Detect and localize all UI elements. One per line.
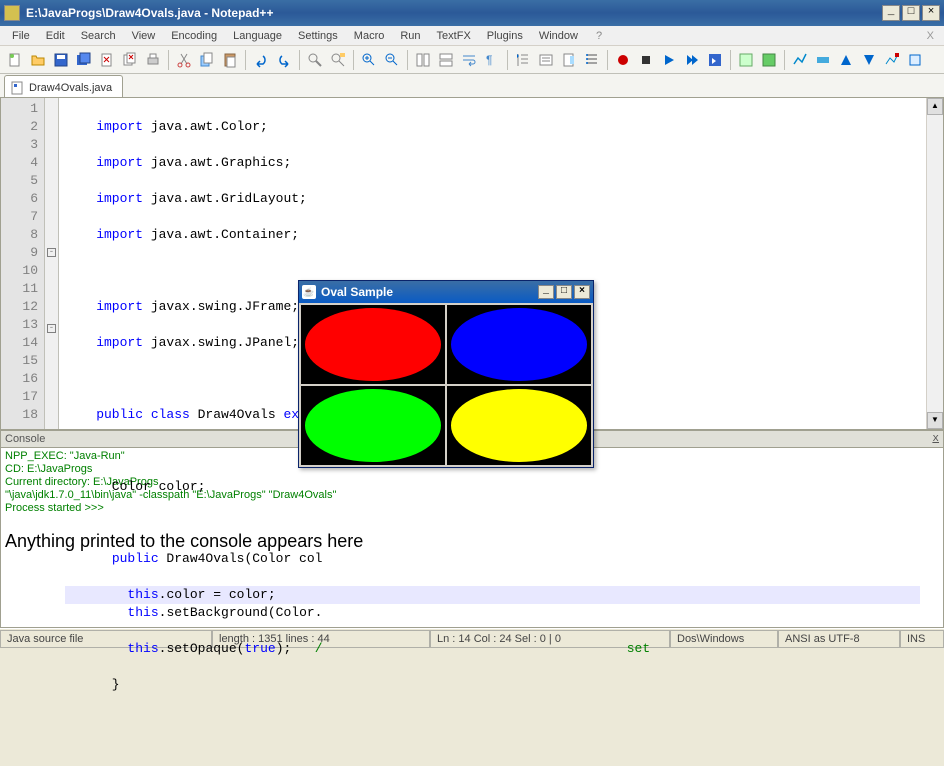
save-icon[interactable] [50, 49, 72, 71]
line-number-gutter: 123456789101112131415161718 [1, 98, 45, 429]
maximize-button[interactable]: □ [902, 5, 920, 21]
red-oval [305, 308, 440, 381]
copy-icon[interactable] [196, 49, 218, 71]
save-all-icon[interactable] [73, 49, 95, 71]
save-macro-icon[interactable] [704, 49, 726, 71]
oval-minimize-button[interactable]: _ [538, 285, 554, 299]
console-close-icon[interactable]: x [932, 433, 939, 445]
menu-edit[interactable]: Edit [38, 28, 73, 44]
zoom-in-icon[interactable] [358, 49, 380, 71]
userlang-icon[interactable] [535, 49, 557, 71]
find-icon[interactable] [304, 49, 326, 71]
tb-extra-6-icon[interactable] [858, 49, 880, 71]
paste-icon[interactable] [219, 49, 241, 71]
zoom-out-icon[interactable] [381, 49, 403, 71]
console-title: Console [5, 433, 45, 445]
menu-encoding[interactable]: Encoding [163, 28, 225, 44]
fold-gutter: - - [45, 98, 59, 429]
close-all-icon[interactable] [119, 49, 141, 71]
svg-text:¶: ¶ [486, 53, 492, 67]
oval-sample-window: Oval Sample _ □ × [298, 280, 594, 468]
menu-help[interactable]: ? [588, 28, 610, 44]
green-oval [305, 389, 440, 462]
tb-extra-1-icon[interactable] [735, 49, 757, 71]
oval-panel-red [301, 305, 445, 384]
stop-macro-icon[interactable] [635, 49, 657, 71]
indent-guide-icon[interactable] [512, 49, 534, 71]
record-macro-icon[interactable] [612, 49, 634, 71]
menu-search[interactable]: Search [73, 28, 124, 44]
tb-extra-4-icon[interactable] [812, 49, 834, 71]
vertical-scrollbar[interactable]: ▲ ▼ [926, 98, 943, 429]
show-all-chars-icon[interactable]: ¶ [481, 49, 503, 71]
menu-view[interactable]: View [124, 28, 164, 44]
java-cup-icon [302, 285, 316, 299]
sync-h-icon[interactable] [435, 49, 457, 71]
menu-bar: File Edit Search View Encoding Language … [0, 26, 944, 46]
tab-label: Draw4Ovals.java [29, 82, 112, 94]
java-file-icon [11, 81, 25, 95]
scroll-up-icon[interactable]: ▲ [927, 98, 943, 115]
tb-extra-5-icon[interactable] [835, 49, 857, 71]
close-file-icon[interactable] [96, 49, 118, 71]
menu-settings[interactable]: Settings [290, 28, 346, 44]
func-list-icon[interactable] [581, 49, 603, 71]
tb-extra-2-icon[interactable] [758, 49, 780, 71]
menu-textfx[interactable]: TextFX [429, 28, 479, 44]
blue-oval [451, 308, 586, 381]
scroll-down-icon[interactable]: ▼ [927, 412, 943, 429]
tb-extra-7-icon[interactable] [881, 49, 903, 71]
oval-close-button[interactable]: × [574, 285, 590, 299]
cut-icon[interactable] [173, 49, 195, 71]
new-file-icon[interactable] [4, 49, 26, 71]
file-tab[interactable]: Draw4Ovals.java [4, 75, 123, 97]
oval-panel-green [301, 386, 445, 465]
oval-panel-yellow [447, 386, 591, 465]
oval-titlebar[interactable]: Oval Sample _ □ × [299, 281, 593, 303]
tb-extra-8-icon[interactable] [904, 49, 926, 71]
tb-extra-3-icon[interactable] [789, 49, 811, 71]
oval-panel-blue [447, 305, 591, 384]
redo-icon[interactable] [273, 49, 295, 71]
fold-box-icon[interactable]: - [47, 324, 56, 333]
tab-bar: Draw4Ovals.java [0, 74, 944, 98]
minimize-button[interactable]: _ [882, 5, 900, 21]
oval-title: Oval Sample [321, 285, 393, 299]
window-title: E:\JavaProgs\Draw4Ovals.java - Notepad++ [26, 6, 880, 20]
toolbar: ¶ [0, 46, 944, 74]
yellow-oval [451, 389, 586, 462]
menu-language[interactable]: Language [225, 28, 290, 44]
close-button[interactable]: × [922, 5, 940, 21]
play-macro-icon[interactable] [658, 49, 680, 71]
menu-plugins[interactable]: Plugins [479, 28, 531, 44]
window-titlebar: E:\JavaProgs\Draw4Ovals.java - Notepad++… [0, 0, 944, 26]
app-icon [4, 5, 20, 21]
menu-window[interactable]: Window [531, 28, 586, 44]
menu-close-x[interactable]: X [921, 30, 940, 42]
fold-box-icon[interactable]: - [47, 248, 56, 257]
doc-map-icon[interactable] [558, 49, 580, 71]
sync-v-icon[interactable] [412, 49, 434, 71]
menu-run[interactable]: Run [392, 28, 428, 44]
menu-macro[interactable]: Macro [346, 28, 393, 44]
wrap-icon[interactable] [458, 49, 480, 71]
oval-maximize-button[interactable]: □ [556, 285, 572, 299]
print-icon[interactable] [142, 49, 164, 71]
menu-file[interactable]: File [4, 28, 38, 44]
oval-grid [299, 303, 593, 467]
undo-icon[interactable] [250, 49, 272, 71]
open-file-icon[interactable] [27, 49, 49, 71]
play-multi-icon[interactable] [681, 49, 703, 71]
replace-icon[interactable] [327, 49, 349, 71]
